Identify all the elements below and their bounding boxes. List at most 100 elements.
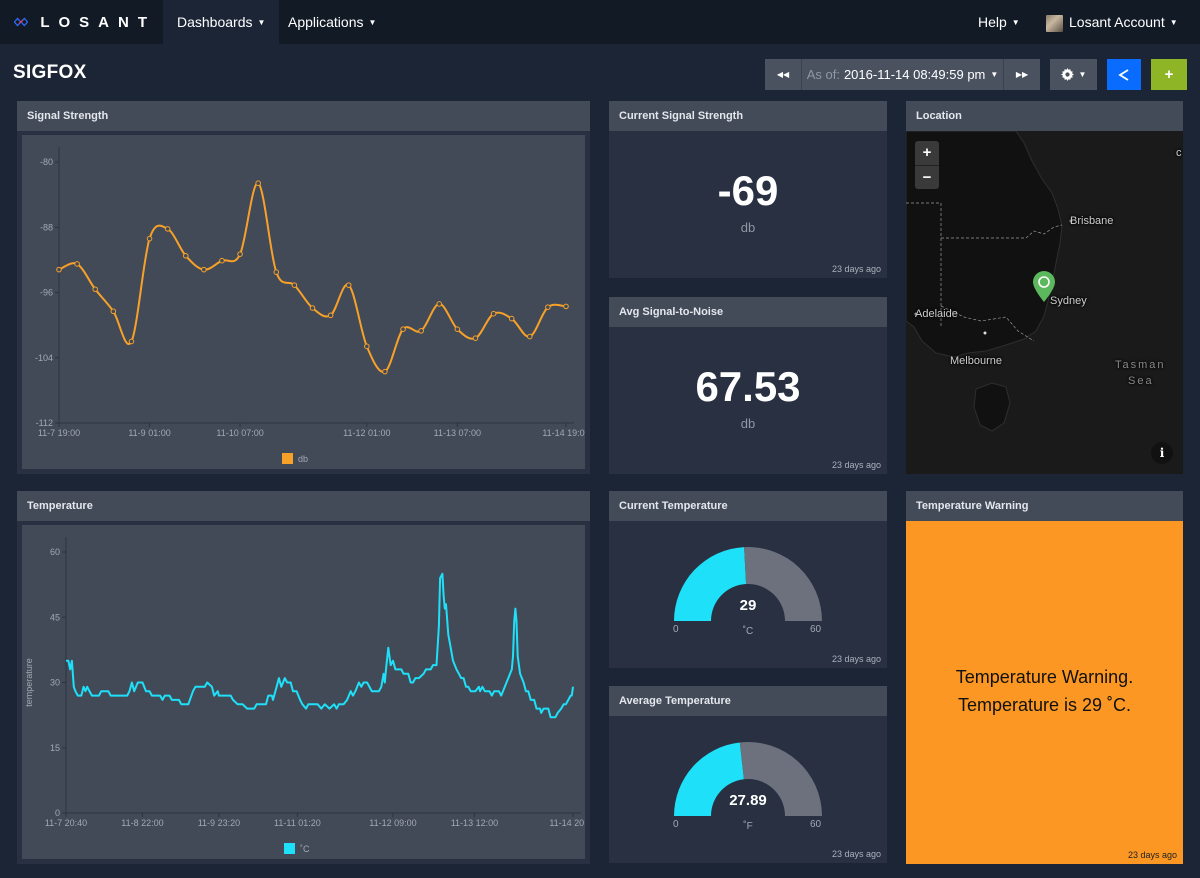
avg-snr-widget: Avg Signal-to-Noise 67.53 db 23 days ago bbox=[609, 297, 887, 474]
data-point[interactable] bbox=[273, 269, 280, 275]
y-tick-label: -104 bbox=[35, 353, 53, 363]
account-menu[interactable]: Losant Account ▼ bbox=[1032, 0, 1192, 44]
map-label-sea: Sea bbox=[1128, 375, 1154, 387]
caret-down-icon: ▼ bbox=[257, 18, 266, 28]
data-point[interactable] bbox=[508, 315, 515, 322]
widget-title: Signal Strength bbox=[17, 101, 590, 131]
x-tick-label: 11-12 01:00 bbox=[343, 428, 390, 438]
nav-applications[interactable]: Applications ▼ bbox=[274, 0, 390, 44]
map-view[interactable]: Brisbane Sydney Adelaide Melbourne Tasma… bbox=[906, 131, 1183, 474]
y-tick-label: -80 bbox=[40, 157, 53, 167]
gauge-unit: ˚F bbox=[743, 821, 753, 832]
data-point[interactable] bbox=[364, 343, 370, 350]
zoom-in-button[interactable]: + bbox=[915, 141, 939, 165]
data-point[interactable] bbox=[92, 286, 99, 293]
map-label-melbourne: Melbourne bbox=[950, 355, 1002, 367]
data-point[interactable] bbox=[56, 266, 62, 273]
losant-logo[interactable]: LOSANT bbox=[14, 11, 156, 33]
widget-title: Current Signal Strength bbox=[609, 101, 887, 131]
data-point[interactable] bbox=[146, 235, 153, 242]
add-widget-button[interactable]: + bbox=[1151, 59, 1187, 90]
temperature-chart-area: 0 15 30 45 60 11-7 20:40 11-8 22:00 11-9 23:20 1… bbox=[22, 525, 597, 859]
data-point[interactable] bbox=[382, 368, 388, 375]
data-point[interactable] bbox=[345, 282, 352, 288]
current-temperature-gauge bbox=[674, 547, 822, 621]
share-button[interactable] bbox=[1107, 59, 1141, 90]
legend-swatch bbox=[284, 843, 295, 854]
data-point[interactable] bbox=[400, 326, 406, 333]
gear-icon bbox=[1060, 68, 1074, 81]
x-tick-label: 11-9 01:00 bbox=[128, 428, 170, 438]
settings-button[interactable]: ▼ bbox=[1050, 59, 1097, 90]
data-point[interactable] bbox=[237, 251, 243, 257]
widget-title: Location bbox=[906, 101, 1183, 131]
widget-title: Temperature bbox=[17, 491, 590, 521]
data-point[interactable] bbox=[201, 266, 207, 273]
data-point[interactable] bbox=[291, 282, 298, 288]
current-signal-widget: Current Signal Strength -69 db 23 days a… bbox=[609, 101, 887, 278]
nav-applications-label: Applications bbox=[288, 14, 364, 30]
x-tick-label: 11-13 12:00 bbox=[451, 818, 498, 828]
caret-down-icon: ▼ bbox=[368, 18, 377, 28]
double-right-icon: ▶▶ bbox=[1015, 70, 1029, 79]
data-point[interactable] bbox=[164, 226, 171, 232]
map-info-button[interactable]: i bbox=[1151, 442, 1173, 464]
data-point[interactable] bbox=[526, 333, 533, 340]
forward-button[interactable]: ▶▶ bbox=[1003, 59, 1040, 90]
y-tick-label: 30 bbox=[50, 678, 60, 688]
map-label-tasman: Tasman bbox=[1115, 359, 1166, 371]
current-signal-value: -69 bbox=[717, 167, 779, 214]
timestamp: 23 days ago bbox=[831, 264, 881, 274]
x-tick-label: 11-7 19:00 bbox=[38, 428, 80, 438]
data-point[interactable] bbox=[219, 257, 225, 264]
timestamp: 23 days ago bbox=[831, 654, 881, 664]
warning-body: Temperature Warning. Temperature is 29 ˚… bbox=[906, 521, 1183, 864]
map-label-brisbane: Brisbane bbox=[1070, 215, 1114, 227]
legend-label: ˚C bbox=[300, 843, 310, 854]
x-tick-label: 11-14 20:40 bbox=[549, 818, 585, 828]
help-menu[interactable]: Help ▼ bbox=[964, 0, 1034, 44]
data-point[interactable] bbox=[490, 310, 497, 317]
data-point[interactable] bbox=[436, 301, 443, 307]
data-point[interactable] bbox=[255, 180, 261, 187]
x-tick-label: 11-8 22:00 bbox=[121, 818, 163, 828]
data-point[interactable] bbox=[418, 328, 424, 334]
legend-label: db bbox=[298, 453, 309, 464]
location-widget: Location Brisbane Sydney Adelaide Melbou… bbox=[906, 101, 1183, 474]
chart-legend[interactable]: ˚C bbox=[284, 843, 310, 854]
asof-dropdown[interactable]: As of: 2016-11-14 08:49:59 pm ▼ bbox=[801, 59, 1003, 90]
zoom-out-button[interactable]: − bbox=[915, 165, 939, 189]
data-point[interactable] bbox=[309, 305, 316, 311]
avg-snr-unit: db bbox=[740, 416, 756, 431]
current-signal-unit: db bbox=[740, 220, 756, 235]
map-marker-icon[interactable] bbox=[1032, 271, 1056, 303]
nav-dashboards[interactable]: Dashboards ▼ bbox=[163, 0, 280, 44]
data-point[interactable] bbox=[327, 312, 334, 319]
data-point[interactable] bbox=[182, 252, 189, 259]
y-tick-label: 0 bbox=[55, 808, 60, 818]
rewind-button[interactable]: ◀◀ bbox=[765, 59, 801, 90]
chart-legend[interactable]: db bbox=[282, 453, 308, 464]
data-point[interactable] bbox=[545, 304, 551, 310]
account-label: Losant Account bbox=[1069, 14, 1165, 30]
data-point[interactable] bbox=[472, 335, 479, 341]
widget-title: Avg Signal-to-Noise bbox=[609, 297, 887, 327]
x-tick-label: 11-11 01:20 bbox=[274, 818, 321, 828]
current-temperature-widget: Current Temperature 29 0 ˚C 60 23 days a… bbox=[609, 491, 887, 668]
y-tick-label: 15 bbox=[50, 743, 60, 753]
data-point[interactable] bbox=[110, 308, 117, 315]
data-point[interactable] bbox=[128, 338, 135, 345]
series-line bbox=[58, 182, 567, 373]
help-label: Help bbox=[978, 14, 1007, 30]
data-point[interactable] bbox=[563, 303, 569, 310]
legend-swatch bbox=[282, 453, 293, 464]
page-title: SIGFOX bbox=[13, 62, 87, 83]
widget-title: Current Temperature bbox=[609, 491, 887, 521]
gauge-max-label: 60 bbox=[810, 819, 822, 830]
data-point[interactable] bbox=[454, 326, 461, 333]
widget-title: Average Temperature bbox=[609, 686, 887, 716]
y-tick-label: 45 bbox=[50, 612, 60, 622]
data-point[interactable] bbox=[74, 261, 80, 267]
signal-strength-chart: -80 -88 -96 -104 -11211-7 19:00 11-9 01:00 11-… bbox=[35, 147, 590, 438]
x-tick-label: 11-9 23:20 bbox=[198, 818, 240, 828]
